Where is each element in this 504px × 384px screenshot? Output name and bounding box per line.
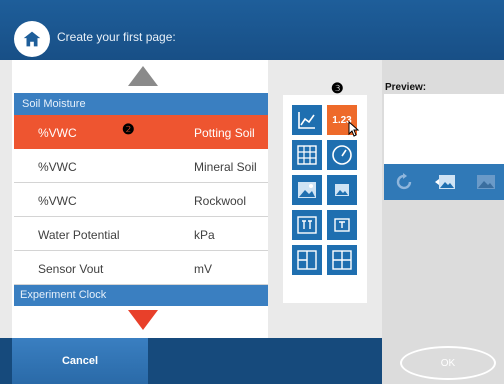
list-item[interactable]: Water Potential kPa — [14, 217, 268, 251]
scroll-up-arrow-icon[interactable] — [128, 66, 158, 86]
page-title: Create your first page: — [57, 30, 176, 44]
rotate-button[interactable] — [388, 168, 422, 196]
gauge-icon — [332, 145, 352, 165]
row-name: Water Potential — [38, 228, 120, 242]
sensor-list: Soil Moisture %VWC Potting Soil %VWC Min… — [14, 93, 268, 306]
split-layout-icon — [297, 250, 317, 270]
list-item[interactable]: Sensor Vout mV — [14, 251, 268, 285]
gauge-view-button[interactable] — [327, 140, 357, 170]
text-small-button[interactable] — [327, 210, 357, 240]
layout-preset-icon — [477, 175, 495, 189]
scroll-down-arrow-icon[interactable] — [128, 310, 158, 330]
row-name: %VWC — [38, 126, 77, 140]
swap-layout-button[interactable] — [428, 168, 462, 196]
title-bar: Create your first page: — [0, 0, 504, 60]
home-icon — [23, 31, 41, 47]
row-name: Sensor Vout — [38, 262, 104, 276]
table-view-button[interactable] — [292, 140, 322, 170]
cancel-button[interactable]: Cancel — [12, 338, 148, 384]
text-icon — [297, 216, 317, 234]
split-layout-button[interactable] — [292, 245, 322, 275]
image-icon — [335, 184, 349, 196]
quad-layout-icon — [332, 250, 352, 270]
quad-layout-button[interactable] — [327, 245, 357, 275]
category-header[interactable]: Experiment Clock — [14, 285, 268, 306]
image-large-button[interactable] — [292, 175, 322, 205]
swap-layout-icon — [435, 175, 455, 189]
category-header[interactable]: Soil Moisture — [14, 93, 268, 115]
image-small-button[interactable] — [327, 175, 357, 205]
step-marker: ❷ — [122, 121, 135, 137]
preview-label: Preview: — [385, 82, 427, 93]
row-unit: mV — [194, 262, 212, 276]
home-button[interactable] — [14, 21, 50, 57]
row-unit: kPa — [194, 228, 215, 242]
table-icon — [297, 145, 317, 165]
row-unit: Rockwool — [194, 194, 247, 208]
rotate-icon — [396, 173, 412, 190]
layout-preset-button[interactable] — [468, 168, 502, 196]
row-unit: Potting Soil — [194, 126, 255, 140]
list-item[interactable]: %VWC Mineral Soil — [14, 149, 268, 183]
row-name: %VWC — [38, 194, 77, 208]
graph-view-button[interactable] — [292, 105, 322, 135]
image-icon — [298, 182, 316, 198]
line-graph-icon — [298, 112, 315, 129]
preview-area — [384, 94, 504, 164]
list-item[interactable]: %VWC Potting Soil — [14, 115, 268, 149]
row-unit: Mineral Soil — [194, 160, 257, 174]
mouse-cursor-icon — [348, 121, 360, 137]
text-icon — [334, 218, 350, 232]
ok-button[interactable]: OK — [400, 346, 496, 380]
row-name: %VWC — [38, 160, 77, 174]
text-large-button[interactable] — [292, 210, 322, 240]
list-item[interactable]: %VWC Rockwool — [14, 183, 268, 217]
